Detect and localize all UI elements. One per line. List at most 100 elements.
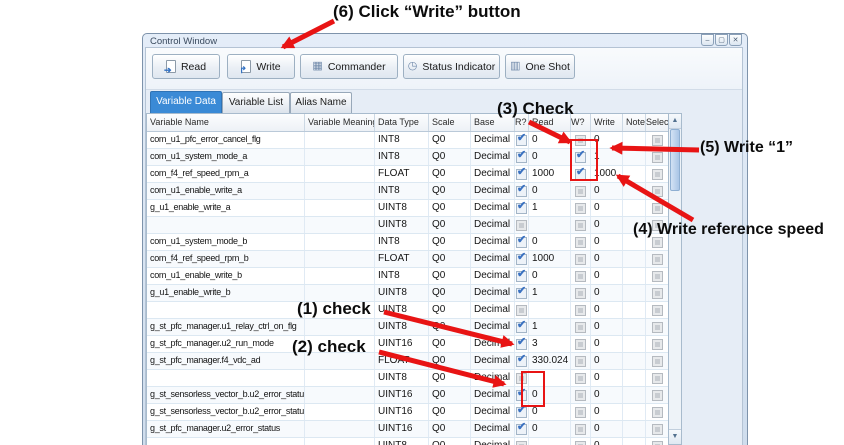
read-enable-checkbox[interactable]: ✔ bbox=[516, 254, 527, 265]
read-enable-checkbox[interactable]: ✔ bbox=[516, 407, 527, 418]
table-row[interactable]: g_st_pfc_manager.u2_error_statusUINT16Q0… bbox=[147, 421, 669, 438]
tab-alias-name[interactable]: Alias Name bbox=[290, 92, 352, 113]
tab-variable-data[interactable]: Variable Data bbox=[150, 91, 222, 113]
read-enable-checkbox-cell bbox=[515, 438, 529, 445]
read-enable-checkbox[interactable]: ✔ bbox=[516, 339, 527, 350]
commander-button[interactable]: ▦ Commander bbox=[300, 54, 398, 79]
read-enable-checkbox[interactable]: ✔ bbox=[516, 135, 527, 146]
table-row[interactable]: g_st_pfc_manager.f4_vdc_adFLOATQ0Decimal… bbox=[147, 353, 669, 370]
write-enable-checkbox[interactable] bbox=[575, 356, 586, 367]
table-row[interactable]: g_st_pfc_manager.u1_relay_ctrl_on_flgUIN… bbox=[147, 319, 669, 336]
one-shot-button[interactable]: ▥ One Shot bbox=[505, 54, 575, 79]
cell-data-type: INT8 bbox=[375, 132, 429, 148]
maximize-button[interactable]: ▢ bbox=[715, 34, 728, 46]
column-header-select[interactable]: Select bbox=[646, 114, 669, 131]
status-indicator-button[interactable]: ◷ Status Indicator bbox=[403, 54, 500, 79]
write-button[interactable]: ↱ Write bbox=[227, 54, 295, 79]
scroll-up-icon[interactable]: ▲ bbox=[669, 114, 681, 129]
cell-scale: Q0 bbox=[429, 353, 471, 369]
select-checkbox[interactable] bbox=[652, 135, 663, 146]
read-enable-checkbox[interactable]: ✔ bbox=[516, 322, 527, 333]
select-checkbox[interactable] bbox=[652, 152, 663, 163]
table-row[interactable]: com_u1_system_mode_bINT8Q0Decimal✔00 bbox=[147, 234, 669, 251]
write-enable-checkbox[interactable] bbox=[575, 322, 586, 333]
read-enable-checkbox[interactable]: ✔ bbox=[516, 424, 527, 435]
table-row[interactable]: UINT8Q0Decimal0 bbox=[147, 370, 669, 387]
cell-variable-name: com_f4_ref_speed_rpm_b bbox=[147, 251, 305, 267]
select-checkbox[interactable] bbox=[652, 322, 663, 333]
cell-note bbox=[623, 149, 646, 165]
vertical-scrollbar[interactable]: ▲ ▼ bbox=[668, 113, 682, 445]
select-checkbox[interactable] bbox=[652, 271, 663, 282]
read-enable-checkbox[interactable]: ✔ bbox=[516, 288, 527, 299]
write-enable-checkbox[interactable] bbox=[575, 203, 586, 214]
column-header-variable-meaning[interactable]: Variable Meaning bbox=[305, 114, 375, 131]
select-checkbox[interactable] bbox=[652, 407, 663, 418]
write-enable-checkbox[interactable] bbox=[575, 390, 586, 401]
table-row[interactable]: g_u1_enable_write_bUINT8Q0Decimal✔10 bbox=[147, 285, 669, 302]
write-enable-checkbox[interactable] bbox=[575, 186, 586, 197]
select-checkbox[interactable] bbox=[652, 424, 663, 435]
table-row[interactable]: UINT8Q0Decimal0 bbox=[147, 217, 669, 234]
read-button[interactable]: ➔ Read bbox=[152, 54, 220, 79]
write-enable-checkbox[interactable] bbox=[575, 220, 586, 231]
select-checkbox[interactable] bbox=[652, 373, 663, 384]
write-enable-checkbox[interactable] bbox=[575, 288, 586, 299]
cell-base: Decimal bbox=[471, 336, 515, 352]
select-checkbox[interactable] bbox=[652, 339, 663, 350]
tab-variable-list[interactable]: Variable List bbox=[222, 92, 290, 113]
read-enable-checkbox[interactable]: ✔ bbox=[516, 356, 527, 367]
read-enable-checkbox[interactable]: ✔ bbox=[516, 237, 527, 248]
read-enable-checkbox[interactable] bbox=[516, 305, 527, 316]
select-checkbox[interactable] bbox=[652, 169, 663, 180]
column-header-data-type[interactable]: Data Type bbox=[375, 114, 429, 131]
write-enable-checkbox[interactable] bbox=[575, 441, 586, 445]
write-enable-checkbox[interactable] bbox=[575, 407, 586, 418]
table-row[interactable]: g_u1_enable_write_aUINT8Q0Decimal✔10 bbox=[147, 200, 669, 217]
table-row[interactable]: g_st_pfc_manager.u2_run_modeUINT16Q0Deci… bbox=[147, 336, 669, 353]
read-enable-checkbox[interactable]: ✔ bbox=[516, 152, 527, 163]
unchecked-fill bbox=[655, 325, 660, 330]
table-row[interactable]: UINT8Q0Decimal0 bbox=[147, 302, 669, 319]
write-enable-checkbox[interactable] bbox=[575, 237, 586, 248]
write-enable-checkbox[interactable] bbox=[575, 373, 586, 384]
column-header-variable-name[interactable]: Variable Name bbox=[147, 114, 305, 131]
cell-variable-meaning bbox=[305, 251, 375, 267]
write-enable-checkbox[interactable] bbox=[575, 305, 586, 316]
scrollbar-thumb[interactable] bbox=[670, 129, 680, 191]
column-header-write-enable[interactable]: W? bbox=[571, 114, 591, 131]
column-header-write[interactable]: Write bbox=[591, 114, 623, 131]
table-row[interactable]: com_u1_enable_write_bINT8Q0Decimal✔00 bbox=[147, 268, 669, 285]
minimize-button[interactable]: – bbox=[701, 34, 714, 46]
select-checkbox[interactable] bbox=[652, 254, 663, 265]
table-row[interactable]: g_st_sensorless_vector_b.u2_error_status… bbox=[147, 387, 669, 404]
table-row[interactable]: UINT8Q0Decimal0 bbox=[147, 438, 669, 445]
read-enable-checkbox[interactable] bbox=[516, 220, 527, 231]
close-button[interactable]: ✕ bbox=[729, 34, 742, 46]
write-enable-checkbox[interactable] bbox=[575, 254, 586, 265]
select-checkbox[interactable] bbox=[652, 203, 663, 214]
read-enable-checkbox[interactable]: ✔ bbox=[516, 271, 527, 282]
write-enable-checkbox[interactable] bbox=[575, 339, 586, 350]
select-checkbox[interactable] bbox=[652, 390, 663, 401]
read-enable-checkbox[interactable]: ✔ bbox=[516, 186, 527, 197]
column-header-note[interactable]: Note bbox=[623, 114, 646, 131]
write-enable-checkbox[interactable] bbox=[575, 271, 586, 282]
read-enable-checkbox[interactable]: ✔ bbox=[516, 203, 527, 214]
select-checkbox[interactable] bbox=[652, 305, 663, 316]
select-checkbox[interactable] bbox=[652, 356, 663, 367]
select-checkbox[interactable] bbox=[652, 288, 663, 299]
select-checkbox[interactable] bbox=[652, 186, 663, 197]
table-row[interactable]: com_f4_ref_speed_rpm_bFLOATQ0Decimal✔100… bbox=[147, 251, 669, 268]
table-row[interactable]: g_st_sensorless_vector_b.u2_error_status… bbox=[147, 404, 669, 421]
scroll-down-icon[interactable]: ▼ bbox=[669, 429, 681, 444]
read-enable-checkbox[interactable]: ✔ bbox=[516, 169, 527, 180]
write-enable-checkbox[interactable] bbox=[575, 424, 586, 435]
table-row[interactable]: com_u1_enable_write_aINT8Q0Decimal✔00 bbox=[147, 183, 669, 200]
read-enable-checkbox[interactable] bbox=[516, 441, 527, 445]
unchecked-fill bbox=[655, 257, 660, 262]
select-checkbox[interactable] bbox=[652, 441, 663, 445]
commander-icon: ▦ bbox=[312, 61, 322, 72]
annotation-step4: (4) Write reference speed bbox=[633, 221, 824, 239]
column-header-scale[interactable]: Scale bbox=[429, 114, 471, 131]
